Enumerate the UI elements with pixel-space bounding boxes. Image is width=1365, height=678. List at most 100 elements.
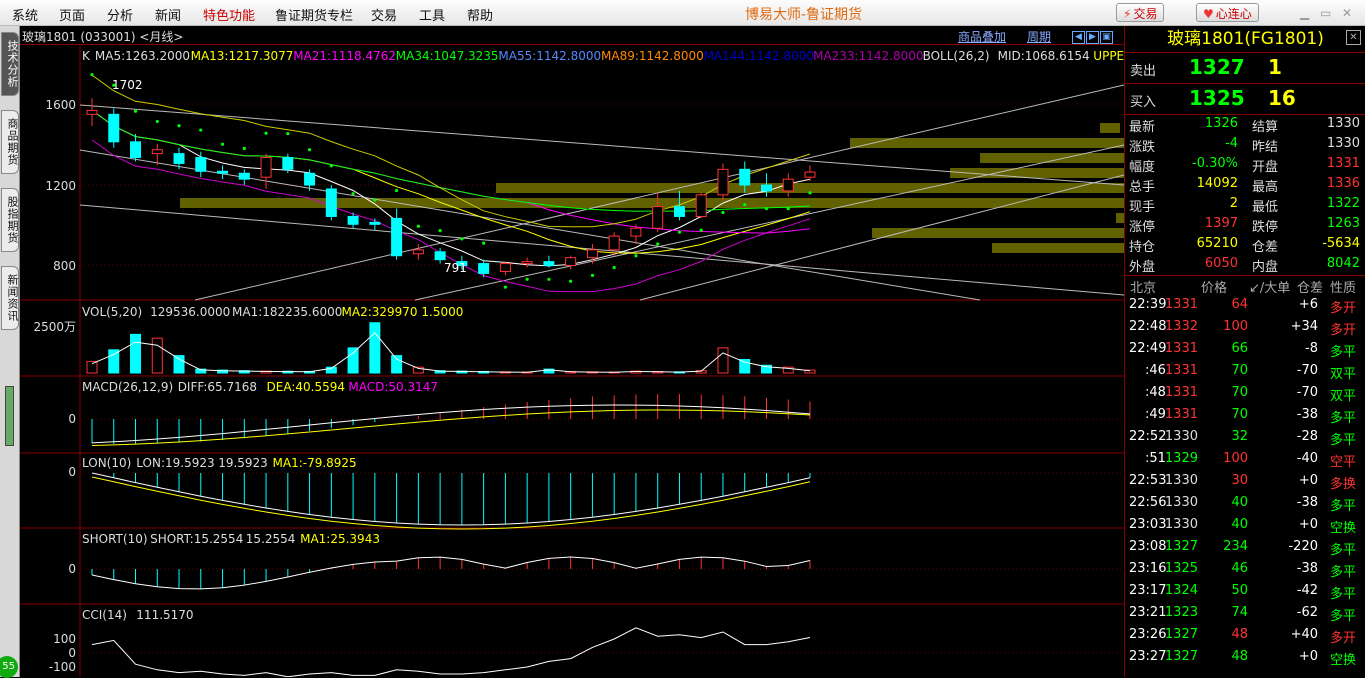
menu-tools[interactable]: 工具 (419, 5, 445, 24)
menu-features[interactable]: 特色功能 (203, 5, 255, 24)
ask-row[interactable]: 卖出 1327 1 (1125, 53, 1365, 83)
tick-oi-change: -220 (1288, 539, 1318, 554)
menu-page[interactable]: 页面 (59, 5, 85, 24)
tick-time: 23:17 (1129, 583, 1167, 598)
tick-row[interactable]: 23:16 1325 46 -38 多平 (1125, 561, 1365, 583)
tick-nature: 多平 (1330, 609, 1357, 624)
stat-value: 1336 (1326, 176, 1360, 191)
main-legend-item: MA144:1142.8000 (704, 49, 814, 63)
menu-help[interactable]: 帮助 (467, 5, 493, 24)
tick-row[interactable]: :49 1331 70 -38 多平 (1125, 407, 1365, 429)
tick-time: 23:27 (1129, 649, 1167, 664)
macd-legend-item: MACD(26,12,9) (82, 380, 173, 394)
tick-oi-change: -70 (1296, 363, 1318, 378)
tick-row[interactable]: :51 1329 100 -40 空平 (1125, 451, 1365, 473)
tick-price: 1330 (1164, 517, 1198, 532)
tick-row[interactable]: 22:39 1331 64 +6 多开 (1125, 297, 1365, 319)
chart-area[interactable]: 1600 1200 800 1702 791 2500万 0 0 0 100 0… (20, 45, 1124, 677)
candle (695, 192, 707, 219)
tick-time: 22:53 (1129, 473, 1167, 488)
tick-price: 1330 (1164, 495, 1198, 510)
tick-row[interactable]: :48 1331 70 -70 双平 (1125, 385, 1365, 407)
tick-price: 1331 (1164, 297, 1198, 312)
side-tab-index-futures[interactable]: 股指期货 (1, 188, 19, 252)
tick-row[interactable]: 22:52 1330 32 -28 多平 (1125, 429, 1365, 451)
tick-row[interactable]: 22:53 1330 30 +0 多换 (1125, 473, 1365, 495)
tick-nature: 空平 (1330, 455, 1357, 470)
scroll-right-icon[interactable]: ▶ (1086, 31, 1099, 44)
tick-row[interactable]: 22:48 1332 100 +34 多开 (1125, 319, 1365, 341)
zoom-icon[interactable]: ▣ (1100, 31, 1113, 44)
trade-button-label: 交易 (1133, 7, 1158, 21)
stat-value: -5634 (1322, 236, 1360, 251)
menu-analysis[interactable]: 分析 (107, 5, 133, 24)
xinlian-button[interactable]: ♥ 心连心 (1196, 3, 1259, 22)
candle (391, 208, 403, 260)
tick-nature: 多平 (1330, 543, 1357, 558)
candle (86, 98, 98, 127)
menu-news[interactable]: 新闻 (155, 5, 181, 24)
panel-close-icon[interactable]: ✕ (1346, 30, 1361, 45)
tick-nature: 多开 (1330, 323, 1357, 338)
period-link[interactable]: 周期 (1027, 28, 1051, 45)
stat-label: 最新 (1129, 120, 1156, 135)
volume-bar (130, 333, 142, 374)
stat-value: 1397 (1204, 216, 1238, 231)
tick-volume: 74 (1231, 605, 1248, 620)
side-tab-commodity[interactable]: 商品期货 (1, 110, 19, 174)
tick-row[interactable]: :46 1331 70 -70 双平 (1125, 363, 1365, 385)
close-icon[interactable]: ✕ (1342, 6, 1352, 20)
short-legend-item: SHORT:15.2554 (150, 532, 243, 546)
tick-row[interactable]: 22:56 1330 40 -38 多平 (1125, 495, 1365, 517)
tick-row[interactable]: 22:49 1331 66 -8 多平 (1125, 341, 1365, 363)
tick-oi-change: +34 (1290, 319, 1318, 334)
stat-label: 涨停 (1129, 220, 1156, 235)
lon-legend-item: LON(10) (82, 456, 131, 470)
tick-row[interactable]: 23:03 1330 40 +0 空换 (1125, 517, 1365, 539)
trade-button[interactable]: ⚡ 交易 (1116, 3, 1165, 22)
tick-time: 23:26 (1129, 627, 1167, 642)
tick-nature: 双平 (1330, 367, 1357, 382)
tick-row[interactable]: 23:27 1327 48 +0 空换 (1125, 649, 1365, 671)
vol-legend-item: 129536.0000 (150, 305, 230, 319)
minimize-icon[interactable]: ▁ (1300, 6, 1309, 20)
bid-row[interactable]: 买入 1325 16 (1125, 84, 1365, 114)
side-tab-news[interactable]: 新闻资讯 (1, 266, 19, 330)
candle (760, 173, 772, 197)
main-legend-item: MA233:1142.8000 (813, 49, 923, 63)
tick-nature: 空换 (1330, 521, 1357, 536)
tick-row[interactable]: 23:26 1327 48 +40 多开 (1125, 627, 1365, 649)
menu-luzheng-column[interactable]: 鲁证期货专栏 (275, 5, 353, 24)
window-controls: ▁ ▭ ✕ (1296, 0, 1365, 26)
tick-row[interactable]: 23:17 1324 50 -42 多平 (1125, 583, 1365, 605)
maximize-icon[interactable]: ▭ (1320, 6, 1331, 20)
stat-label: 外盘 (1129, 260, 1156, 275)
menu-system[interactable]: 系统 (12, 5, 38, 24)
tick-oi-change: +0 (1298, 649, 1318, 664)
chart-nav-controls: ◀ ▶ ▣ (1072, 28, 1114, 44)
candle (195, 151, 207, 178)
tick-nature: 多换 (1330, 477, 1357, 492)
tick-oi-change: -62 (1296, 605, 1318, 620)
stat-row: 涨跌 -4 昨结 1330 (1129, 136, 1363, 156)
tick-row[interactable]: 23:08 1327 234 -220 多平 (1125, 539, 1365, 561)
short-legend-item: SHORT(10) (82, 532, 148, 546)
cci-axis-100: 100 (53, 632, 76, 646)
menu-trade[interactable]: 交易 (371, 5, 397, 24)
lon-zero-label: 0 (68, 465, 76, 479)
tick-row[interactable]: 23:21 1323 74 -62 多平 (1125, 605, 1365, 627)
vol-legend-item: VOL(5,20) (82, 305, 142, 319)
tick-volume: 70 (1231, 385, 1248, 400)
side-tab-technical[interactable]: 技术分析 (1, 32, 19, 96)
candle (565, 255, 577, 270)
tick-volume: 48 (1231, 649, 1248, 664)
tick-price: 1327 (1164, 627, 1198, 642)
stat-row: 持仓 65210 仓差 -5634 (1129, 236, 1363, 256)
candle (260, 153, 272, 189)
tick-time: 22:52 (1129, 429, 1167, 444)
ask-label: 卖出 (1130, 64, 1157, 79)
side-scroll-handle[interactable] (5, 386, 14, 446)
overlay-link[interactable]: 商品叠加 (958, 28, 1006, 45)
contract-title: 玻璃1801(FG1801) (1125, 26, 1365, 53)
scroll-left-icon[interactable]: ◀ (1072, 31, 1085, 44)
